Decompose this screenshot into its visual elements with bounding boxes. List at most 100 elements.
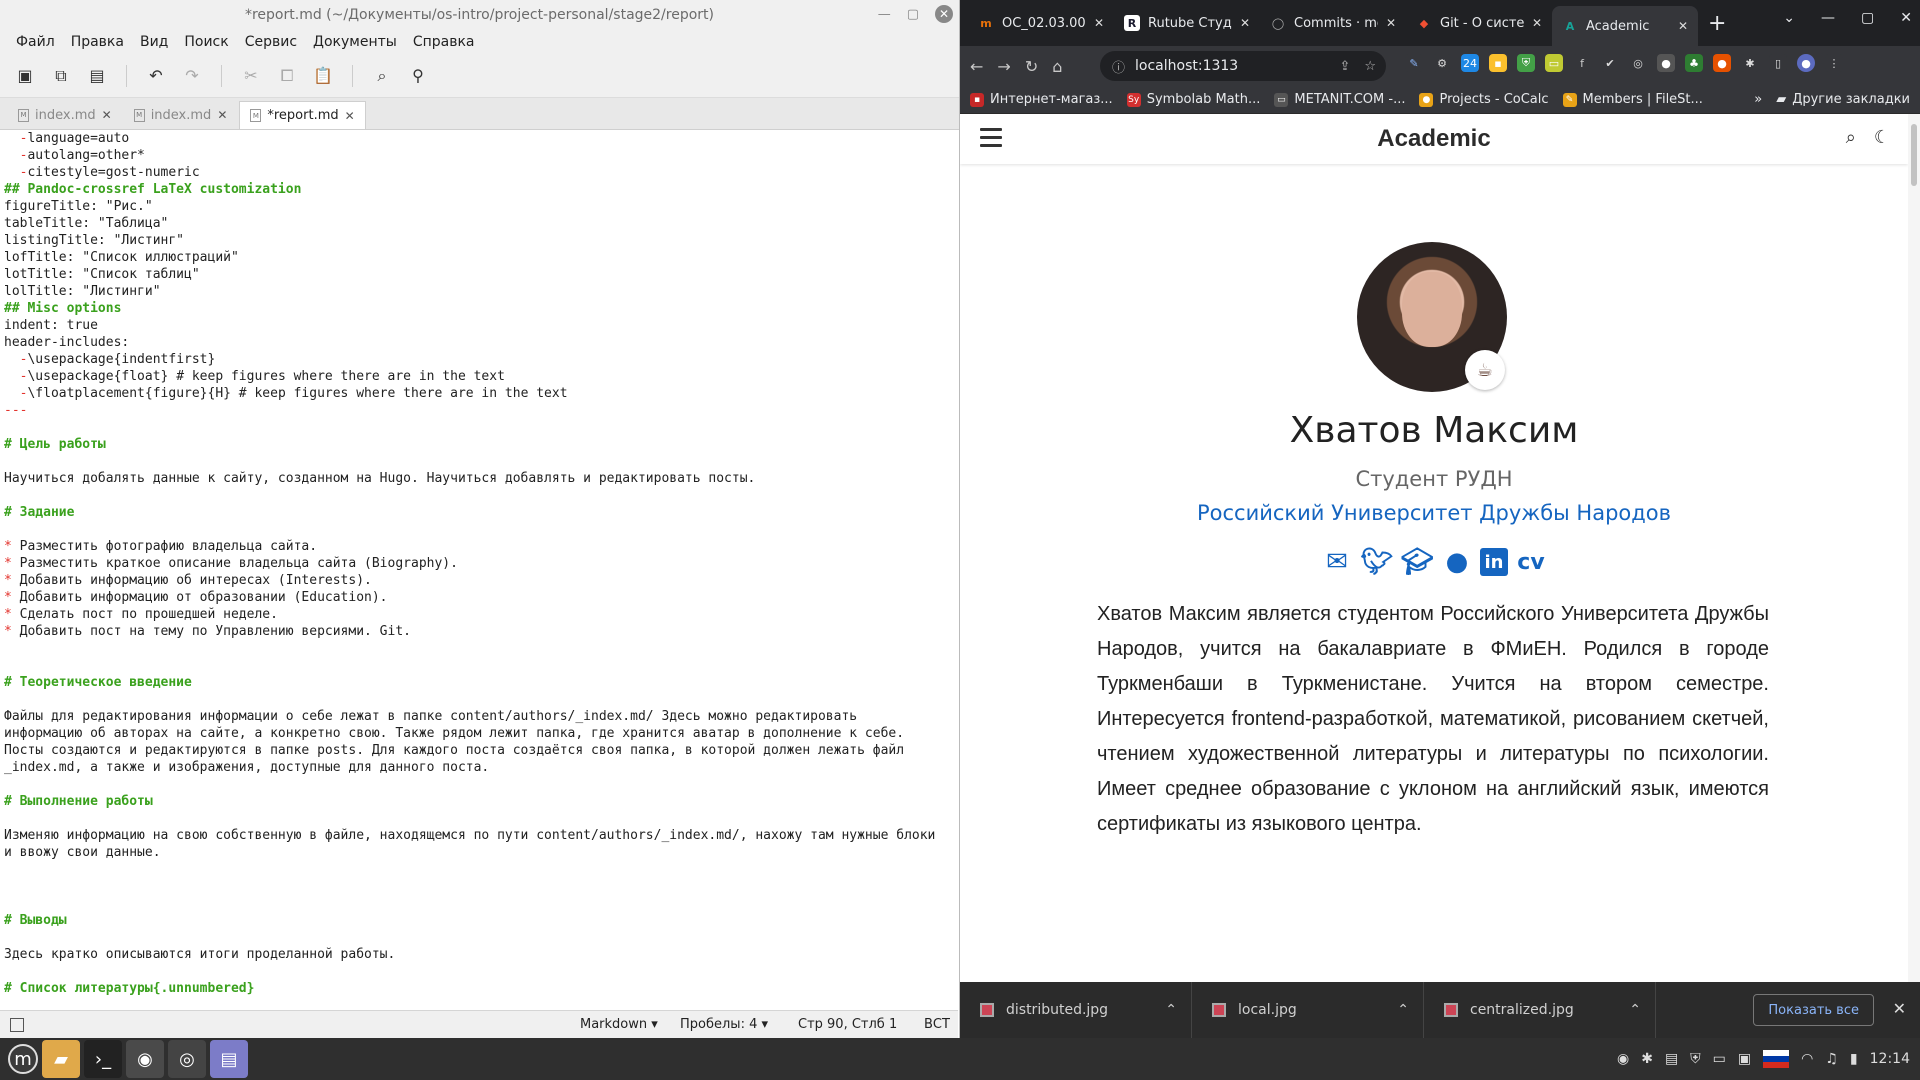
show-all-downloads-button[interactable]: Показать все [1753, 994, 1874, 1026]
minimize-icon[interactable]: — [878, 7, 891, 22]
indent-selector[interactable]: Пробелы: 4 ▾ [680, 1017, 768, 1032]
bookmark-star-icon[interactable]: ☆ [1364, 59, 1376, 74]
site-info-icon[interactable]: ⓘ [1112, 57, 1125, 76]
reload-icon[interactable]: ↻ [1025, 57, 1038, 76]
sidebar-toggle-icon[interactable] [10, 1017, 24, 1032]
menu-search[interactable]: Поиск [176, 34, 236, 50]
close-tab-icon[interactable]: ✕ [345, 109, 355, 123]
envelope-icon[interactable]: ✉ [1320, 545, 1354, 579]
green-extension-icon[interactable]: ♣ [1685, 54, 1703, 72]
close-downloads-icon[interactable]: ✕ [1893, 999, 1906, 1018]
share-icon[interactable]: ⇪ [1339, 59, 1350, 74]
wifi-icon[interactable]: ◠ [1801, 1051, 1813, 1067]
bookmark-item[interactable]: ● Projects - CoCalc [1419, 92, 1549, 107]
profile-avatar-icon[interactable]: ● [1797, 54, 1815, 72]
browser-tab[interactable]: ◯ Commits · mg ✕ [1260, 5, 1406, 41]
download-item[interactable]: local.jpg ⌃ [1192, 982, 1424, 1038]
menu-documents[interactable]: Документы [305, 34, 405, 50]
redo-icon[interactable]: ↷ [177, 61, 207, 91]
copy-icon[interactable]: ⧠ [272, 61, 302, 91]
terminal-icon[interactable]: ›_ [84, 1040, 122, 1078]
clock[interactable]: 12:14 [1870, 1051, 1910, 1067]
menu-edit[interactable]: Правка [63, 34, 132, 50]
moon-icon[interactable]: ☾ [1874, 127, 1890, 148]
close-tab-icon[interactable]: ✕ [1240, 16, 1250, 30]
close-tab-icon[interactable]: ✕ [102, 108, 112, 122]
maximize-icon[interactable]: ▢ [1861, 10, 1874, 26]
editor-text-area[interactable]: -language=auto -autolang=other* -citesty… [0, 130, 958, 1006]
close-tab-icon[interactable]: ✕ [1094, 16, 1104, 30]
open-file-icon[interactable]: ⧉ [46, 61, 76, 91]
page-scrollbar[interactable] [1908, 114, 1920, 982]
chevron-up-icon[interactable]: ⌃ [1165, 1002, 1177, 1018]
menu-help[interactable]: Справка [405, 34, 483, 50]
hamburger-menu-icon[interactable] [980, 128, 1002, 152]
new-file-icon[interactable]: ▣ [10, 61, 40, 91]
clipboard-icon[interactable]: ▤ [1665, 1051, 1678, 1067]
browser-tab-active[interactable]: A Academic ✕ [1552, 6, 1698, 46]
search-icon[interactable]: ⌕ [367, 61, 397, 91]
orange-extension-icon[interactable]: ● [1713, 54, 1731, 72]
more-menu-icon[interactable]: ⋮ [1825, 54, 1843, 72]
save-icon[interactable]: ▤ [82, 61, 112, 91]
download-item[interactable]: centralized.jpg ⌃ [1424, 982, 1656, 1038]
site-title[interactable]: Academic [1377, 125, 1490, 153]
gray-extension-icon[interactable]: ● [1657, 54, 1675, 72]
sidepanel-icon[interactable]: ▯ [1769, 54, 1787, 72]
home-icon[interactable]: ⌂ [1052, 57, 1062, 76]
editor-tab-active[interactable]: M *report.md ✕ [239, 101, 366, 129]
paste-icon[interactable]: 📋 [308, 61, 338, 91]
formula-extension-icon[interactable]: f [1573, 54, 1591, 72]
editor-tab[interactable]: M index.md ✕ [124, 101, 238, 129]
close-tab-icon[interactable]: ✕ [1532, 16, 1542, 30]
obs-tray-icon[interactable]: ◉ [1617, 1051, 1629, 1067]
bookmark-item[interactable]: Sy Symbolab Math... [1126, 92, 1260, 107]
vk-extension-icon[interactable]: ✔ [1601, 54, 1619, 72]
gear-extension-icon[interactable]: ⚙ [1433, 54, 1451, 72]
maximize-icon[interactable]: ▢ [907, 7, 919, 22]
other-bookmarks-folder[interactable]: ▰ Другие закладки [1776, 92, 1910, 107]
target-extension-icon[interactable]: ◎ [1629, 54, 1647, 72]
browser-tab[interactable]: R Rutube Студи ✕ [1114, 5, 1260, 41]
back-icon[interactable]: ← [970, 57, 983, 76]
chrome-icon[interactable]: ◉ [126, 1040, 164, 1078]
display-icon[interactable]: ▣ [1738, 1051, 1751, 1067]
chat-extension-icon[interactable]: ▭ [1545, 54, 1563, 72]
browser-tab[interactable]: ◆ Git - О систем ✕ [1406, 5, 1552, 41]
bookmark-item[interactable]: ▭ METANIT.COM -... [1274, 92, 1405, 107]
editor-tab[interactable]: M index.md ✕ [8, 101, 122, 129]
browser-tab[interactable]: m OC_02.03.00:5 ✕ [968, 5, 1114, 41]
close-tab-icon[interactable]: ✕ [1386, 16, 1396, 30]
chevron-up-icon[interactable]: ⌃ [1397, 1002, 1409, 1018]
pen-extension-icon[interactable]: ✎ [1405, 54, 1423, 72]
shield-icon[interactable]: ⛨ [1690, 1051, 1701, 1067]
obs-icon[interactable]: ◎ [168, 1040, 206, 1078]
new-tab-icon[interactable]: + [1708, 11, 1726, 36]
menu-file[interactable]: Файл [8, 34, 63, 50]
bookmark-item[interactable]: ▪ Интернет-магаз... [970, 92, 1113, 107]
more-bookmarks-icon[interactable]: » [1754, 92, 1762, 107]
menu-view[interactable]: Вид [132, 34, 176, 50]
battery-icon[interactable]: ▮ [1850, 1051, 1858, 1067]
chevron-up-icon[interactable]: ⌃ [1629, 1002, 1641, 1018]
address-bar[interactable]: ⓘ localhost:1313 ⇪ ☆ [1100, 51, 1386, 81]
note-extension-icon[interactable]: ▪ [1489, 54, 1507, 72]
cv-icon[interactable]: cv [1514, 545, 1548, 579]
twitter-icon[interactable]: 🐦︎ [1360, 545, 1394, 579]
bookmark-item[interactable]: ✎ Members | FileSt... [1562, 92, 1703, 107]
keyboard-layout-flag-icon[interactable] [1763, 1050, 1790, 1068]
shield-extension-icon[interactable]: ⛨ [1517, 54, 1535, 72]
github-icon[interactable]: ● [1440, 545, 1474, 579]
calendar-extension-icon[interactable]: 24 [1461, 54, 1479, 72]
tab-search-icon[interactable]: ⌄ [1783, 10, 1795, 26]
download-item[interactable]: distributed.jpg ⌃ [960, 982, 1192, 1038]
person-organization[interactable]: Российский Университет Дружбы Народов [960, 501, 1908, 525]
close-tab-icon[interactable]: ✕ [217, 108, 227, 122]
close-icon[interactable]: ✕ [1900, 10, 1912, 26]
replace-icon[interactable]: ⚲ [403, 61, 433, 91]
puzzle-extensions-icon[interactable]: ✱ [1741, 54, 1759, 72]
cut-icon[interactable]: ✂ [236, 61, 266, 91]
minimize-icon[interactable]: — [1821, 10, 1835, 26]
forward-icon[interactable]: → [997, 57, 1010, 76]
undo-icon[interactable]: ↶ [141, 61, 171, 91]
